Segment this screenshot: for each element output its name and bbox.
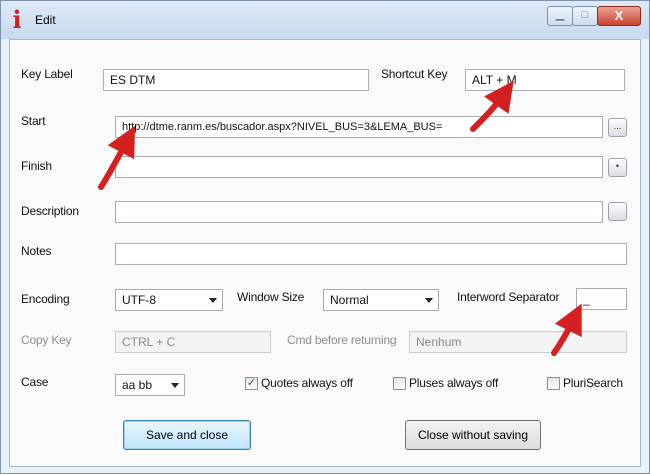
copy-key-input: CTRL + C [115, 331, 271, 353]
close-without-saving-button[interactable]: Close without saving [405, 420, 541, 450]
shortcut-key-label: Shortcut Key [381, 67, 448, 81]
window-size-select[interactable]: Normal [323, 289, 439, 311]
case-select[interactable]: aa bb [115, 374, 185, 396]
chevron-down-icon [171, 383, 179, 388]
cmd-before-returning-input: Nenhum [409, 331, 627, 353]
finish-menu-button[interactable]: • [608, 158, 627, 177]
edit-dialog: i Edit ▁ □ X Key Label ES DTM Shortcut K… [0, 0, 650, 474]
quotes-always-off-checkbox[interactable]: ✓ [245, 377, 258, 390]
plurisearch-checkbox[interactable] [547, 377, 560, 390]
case-label: Case [21, 375, 49, 389]
window-title: Edit [35, 13, 56, 27]
interword-separator-label: Interword Separator [457, 290, 560, 304]
info-i-icon: i [12, 5, 22, 34]
browse-start-button[interactable]: ... [608, 118, 627, 137]
description-button[interactable] [608, 202, 627, 221]
key-label-input[interactable]: ES DTM [103, 69, 369, 91]
maximize-button[interactable]: □ [572, 6, 598, 26]
save-and-close-button[interactable]: Save and close [123, 420, 251, 450]
shortcut-key-input[interactable]: ALT + M [465, 69, 625, 91]
start-url-input[interactable]: http://dtme.ranm.es/buscador.aspx?NIVEL_… [115, 116, 603, 138]
copy-key-label: Copy Key [21, 333, 72, 347]
encoding-label: Encoding [21, 292, 70, 306]
start-label: Start [21, 114, 46, 128]
window-size-label: Window Size [237, 290, 305, 304]
title-bar[interactable]: i Edit ▁ □ X [1, 1, 649, 39]
interword-separator-input[interactable]: _ [576, 288, 627, 310]
notes-input[interactable] [115, 243, 627, 265]
encoding-select[interactable]: UTF-8 [115, 289, 223, 311]
pluses-always-off-label[interactable]: Pluses always off [409, 376, 498, 390]
finish-label: Finish [21, 159, 52, 173]
plurisearch-label[interactable]: PluriSearch [563, 376, 623, 390]
close-button[interactable]: X [597, 6, 641, 26]
cmd-before-returning-label: Cmd before returning [287, 333, 397, 347]
window-size-value: Normal [330, 293, 369, 307]
case-value: aa bb [122, 378, 153, 392]
quotes-always-off-label[interactable]: Quotes always off [261, 376, 353, 390]
notes-label: Notes [21, 244, 52, 258]
chevron-down-icon [425, 298, 433, 303]
chevron-down-icon [209, 298, 217, 303]
description-label: Description [21, 204, 79, 218]
description-input[interactable] [115, 201, 603, 223]
finish-input[interactable] [115, 156, 603, 178]
pluses-always-off-checkbox[interactable] [393, 377, 406, 390]
key-label-label: Key Label [21, 67, 73, 81]
encoding-value: UTF-8 [122, 293, 156, 307]
minimize-button[interactable]: ▁ [547, 6, 573, 26]
